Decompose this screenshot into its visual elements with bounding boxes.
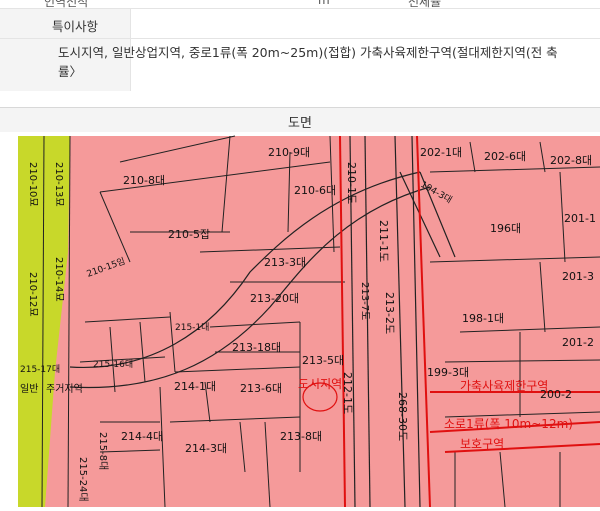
- livestock-zone-label: 가축사육제한구역: [460, 379, 548, 393]
- parcel-label: 210-1도: [345, 162, 358, 204]
- parcel-label: 210-9대: [268, 146, 310, 159]
- parcel-label: 215-24대: [77, 457, 89, 502]
- protect-zone-label: 보호구역: [460, 437, 504, 451]
- parcel-label: 201-2: [562, 336, 594, 349]
- parcel-label: 215-17대: [20, 364, 60, 375]
- parcel-label: 214-3대: [185, 442, 227, 455]
- parcel-label: 196대: [490, 222, 521, 235]
- parcel-label: 202-1대: [420, 146, 462, 159]
- parcel-label: 213-20대: [250, 292, 299, 305]
- parcel-label: 210-13묘: [53, 162, 64, 207]
- parcel-label: 213-3대: [264, 256, 306, 269]
- parcel-label: 210-14묘: [53, 257, 64, 302]
- parcel-label: 215-1대: [175, 322, 209, 333]
- cutoff-unit: m²: [318, 0, 335, 7]
- road-label: 소로1류(폭 10m~12m): [444, 417, 573, 431]
- drawing-section-title: 도면: [288, 116, 312, 131]
- parcel-label: 213-7도: [359, 282, 370, 320]
- special-row: 특이사항: [0, 9, 600, 39]
- parcel-label: 199-3대: [427, 366, 469, 379]
- map-svg[interactable]: 210-9대 210-8대 210-6대 210-1도 202-1대 202-6…: [0, 132, 600, 508]
- parcel-label: 201-1: [564, 212, 596, 225]
- parcel-label: 213-5대: [302, 354, 344, 367]
- zoning-text: 도시지역, 일반상업지역, 중로1류(폭 20m~25m)(접합) 가축사육제한…: [58, 43, 598, 81]
- parcel-label: 213-8대: [280, 430, 322, 443]
- left-zone-labels: 일반 주거지역: [20, 383, 83, 395]
- parcel-label: 215-8대: [97, 432, 109, 470]
- special-label: 특이사항: [52, 19, 99, 34]
- parcel-label: 202-8대: [550, 154, 592, 167]
- parcel-label: 214-1대: [174, 380, 216, 393]
- parcel-label: 213-2도: [383, 292, 396, 334]
- parcel-label: 210-12묘: [27, 272, 38, 317]
- parcel-label: 214-4대: [121, 430, 163, 443]
- parcel-label: 211-1도: [377, 220, 390, 262]
- parcel-label: 198-1대: [462, 312, 504, 325]
- parcel-label: 210-10묘: [27, 162, 38, 207]
- zoning-line-2: 률〉: [58, 64, 83, 79]
- zoning-row: 도시지역, 일반상업지역, 중로1류(폭 20m~25m)(접합) 가축사육제한…: [0, 39, 600, 91]
- city-zone-label: 도시지역: [298, 377, 342, 391]
- left-label-b: 주거지역: [46, 383, 83, 395]
- parcel-label: 210-6대: [294, 184, 336, 197]
- parcel-label: 210-8대: [123, 174, 165, 187]
- parcel-label: 215-16대: [93, 359, 133, 370]
- parcel-label: 202-6대: [484, 150, 526, 163]
- parcel-label: 210-5잡: [168, 228, 210, 241]
- parcel-label: 213-6대: [240, 382, 282, 395]
- parcel-label: 201-3: [562, 270, 594, 283]
- zoning-line-1: 도시지역, 일반상업지역, 중로1류(폭 20m~25m)(접합) 가축사육제한…: [58, 45, 558, 60]
- parcel-label: 212-1도: [341, 372, 354, 414]
- cutoff-row: 인역전적 m² 전세율: [0, 0, 600, 9]
- land-use-map[interactable]: 210-9대 210-8대 210-6대 210-1도 202-1대 202-6…: [0, 132, 600, 508]
- drawing-section-header: 도면: [0, 107, 600, 133]
- parcel-label: 213-18대: [232, 341, 281, 354]
- parcel-label: 268-30도: [396, 392, 409, 441]
- left-label-a: 일반: [20, 383, 38, 395]
